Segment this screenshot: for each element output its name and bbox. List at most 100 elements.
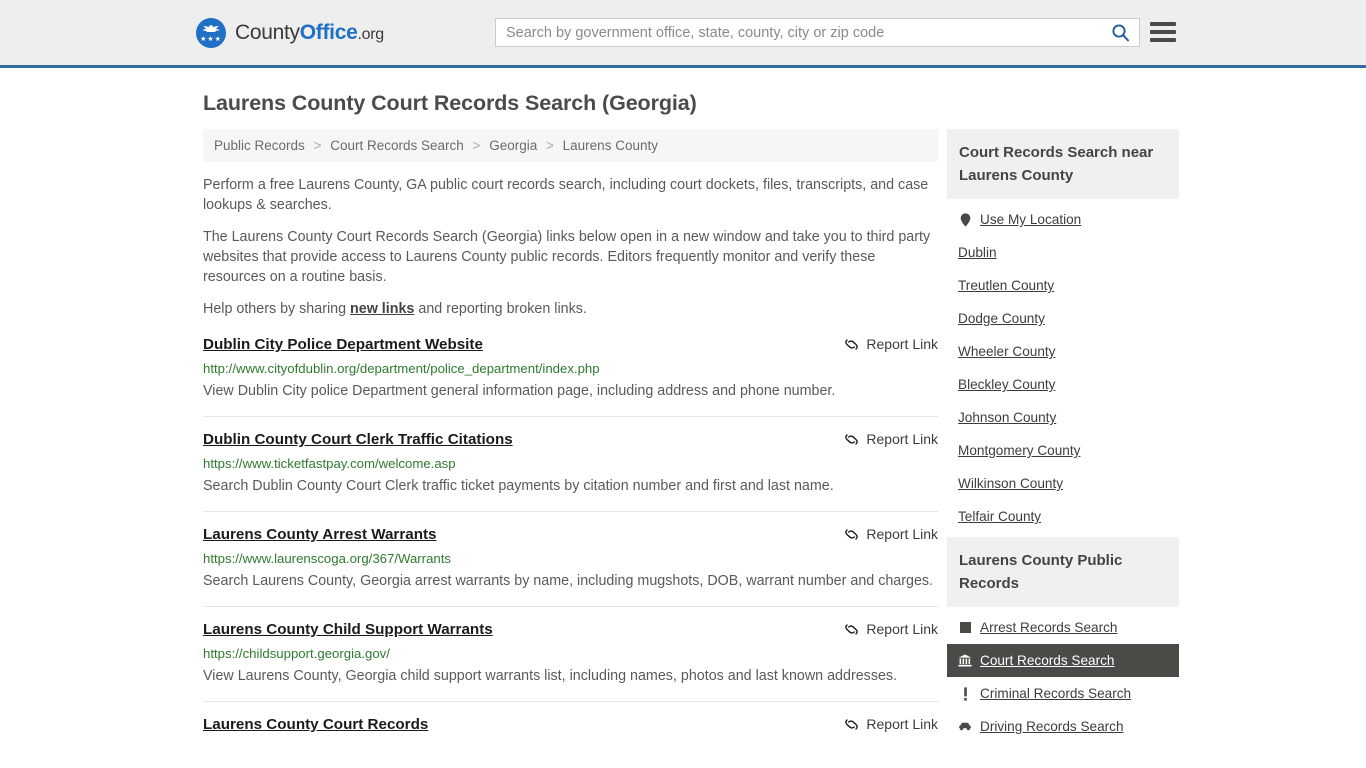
hamburger-menu-icon[interactable] bbox=[1150, 20, 1176, 44]
sidebar-link-treutlen-county[interactable]: Treutlen County bbox=[958, 278, 1054, 293]
result-title-link[interactable]: Laurens County Court Records bbox=[203, 715, 428, 735]
search-input[interactable] bbox=[496, 19, 1101, 46]
sidebar-item-johnson-county[interactable]: Johnson County bbox=[947, 401, 1179, 434]
sidebar-item-dodge-county[interactable]: Dodge County bbox=[947, 302, 1179, 335]
sidebar-link-driving-records-search[interactable]: Driving Records Search bbox=[980, 719, 1124, 734]
result-title-link[interactable]: Laurens County Child Support Warrants bbox=[203, 620, 493, 640]
sidebar-link-telfair-county[interactable]: Telfair County bbox=[958, 509, 1041, 524]
sidebar-link-montgomery-county[interactable]: Montgomery County bbox=[958, 443, 1080, 458]
intro-p3-after: and reporting broken links. bbox=[414, 301, 586, 317]
sidebar-link-bleckley-county[interactable]: Bleckley County bbox=[958, 377, 1055, 392]
sidebar-link-criminal-records-search[interactable]: Criminal Records Search bbox=[980, 686, 1131, 701]
broken-link-icon bbox=[844, 527, 859, 542]
search-bar bbox=[495, 18, 1140, 47]
result-title-link[interactable]: Dublin County Court Clerk Traffic Citati… bbox=[203, 430, 513, 450]
intro-text: Perform a free Laurens County, GA public… bbox=[203, 175, 938, 319]
page-title: Laurens County Court Records Search (Geo… bbox=[203, 91, 1170, 116]
broken-link-icon bbox=[844, 337, 859, 352]
report-link-button[interactable]: Report Link bbox=[844, 621, 938, 637]
result-url[interactable]: http://www.cityofdublin.org/department/p… bbox=[203, 360, 938, 377]
breadcrumb-separator: > bbox=[314, 138, 322, 153]
sidebar-link-johnson-county[interactable]: Johnson County bbox=[958, 410, 1056, 425]
courthouse-icon bbox=[958, 653, 972, 668]
result-title-link[interactable]: Laurens County Arrest Warrants bbox=[203, 525, 437, 545]
intro-paragraph-2: The Laurens County Court Records Search … bbox=[203, 227, 938, 287]
sidebar-item-driving-records-search[interactable]: Driving Records Search bbox=[947, 710, 1179, 743]
sidebar-link-wheeler-county[interactable]: Wheeler County bbox=[958, 344, 1055, 359]
sidebar-link-dodge-county[interactable]: Dodge County bbox=[958, 311, 1045, 326]
sidebar-item-wilkinson-county[interactable]: Wilkinson County bbox=[947, 467, 1179, 500]
intro-paragraph-1: Perform a free Laurens County, GA public… bbox=[203, 175, 938, 215]
sidebar-item-court-records-search[interactable]: Court Records Search bbox=[947, 644, 1179, 677]
result-description: Search Laurens County, Georgia arrest wa… bbox=[203, 569, 938, 594]
sidebar-link-dublin[interactable]: Dublin bbox=[958, 245, 997, 260]
intro-paragraph-3: Help others by sharing new links and rep… bbox=[203, 299, 938, 319]
square-icon bbox=[958, 620, 972, 635]
result-item: Laurens County Arrest Warrants Report Li… bbox=[203, 511, 938, 606]
result-item: Dublin City Police Department Website Re… bbox=[203, 331, 938, 416]
nearby-panel: Court Records Search near Laurens County… bbox=[947, 129, 1179, 533]
result-url[interactable]: https://www.ticketfastpay.com/welcome.as… bbox=[203, 455, 938, 472]
brand-part-county: County bbox=[235, 21, 300, 44]
new-links-link[interactable]: new links bbox=[350, 301, 414, 317]
breadcrumb-separator: > bbox=[546, 138, 554, 153]
sidebar-item-wheeler-county[interactable]: Wheeler County bbox=[947, 335, 1179, 368]
stars-icon: ★★★ bbox=[196, 36, 226, 43]
breadcrumb-separator: > bbox=[473, 138, 481, 153]
report-link-label: Report Link bbox=[866, 621, 938, 637]
result-header: Dublin County Court Clerk Traffic Citati… bbox=[203, 430, 938, 450]
result-item: Laurens County Court Records Report Link bbox=[203, 701, 938, 747]
breadcrumb: Public Records > Court Records Search > … bbox=[203, 129, 938, 162]
broken-link-icon bbox=[844, 717, 859, 732]
broken-link-icon bbox=[844, 432, 859, 447]
result-url[interactable]: https://childsupport.georgia.gov/ bbox=[203, 645, 938, 662]
result-description: View Dublin City police Department gener… bbox=[203, 379, 938, 404]
result-url[interactable]: https://www.laurenscoga.org/367/Warrants bbox=[203, 550, 938, 567]
brand-part-office: Office bbox=[300, 21, 358, 44]
report-link-label: Report Link bbox=[866, 716, 938, 732]
breadcrumb-item-laurens-county[interactable]: Laurens County bbox=[563, 138, 658, 153]
result-description: View Laurens County, Georgia child suppo… bbox=[203, 664, 938, 689]
map-pin-icon bbox=[958, 212, 972, 227]
main-column: Public Records > Court Records Search > … bbox=[203, 129, 938, 747]
content-columns: Public Records > Court Records Search > … bbox=[203, 129, 1170, 747]
result-description: Search Dublin County Court Clerk traffic… bbox=[203, 474, 938, 499]
result-title-link[interactable]: Dublin City Police Department Website bbox=[203, 335, 483, 355]
report-link-label: Report Link bbox=[866, 336, 938, 352]
report-link-label: Report Link bbox=[866, 526, 938, 542]
site-logo[interactable]: ★★★ CountyOffice.org bbox=[196, 18, 384, 48]
eagle-icon bbox=[201, 24, 221, 33]
sidebar-link-wilkinson-county[interactable]: Wilkinson County bbox=[958, 476, 1063, 491]
sidebar: Court Records Search near Laurens County… bbox=[947, 129, 1179, 747]
sidebar-item-telfair-county[interactable]: Telfair County bbox=[947, 500, 1179, 533]
menu-bar-2 bbox=[1150, 30, 1176, 34]
brand-wordmark: CountyOffice.org bbox=[235, 21, 384, 45]
result-item: Dublin County Court Clerk Traffic Citati… bbox=[203, 416, 938, 511]
report-link-button[interactable]: Report Link bbox=[844, 431, 938, 447]
report-link-button[interactable]: Report Link bbox=[844, 716, 938, 732]
sidebar-link-court-records-search[interactable]: Court Records Search bbox=[980, 653, 1114, 668]
search-button[interactable] bbox=[1101, 19, 1139, 46]
sidebar-item-treutlen-county[interactable]: Treutlen County bbox=[947, 269, 1179, 302]
sidebar-link-use-my-location[interactable]: Use My Location bbox=[980, 212, 1081, 227]
sidebar-item-dublin[interactable]: Dublin bbox=[947, 236, 1179, 269]
breadcrumb-item-court-records-search[interactable]: Court Records Search bbox=[330, 138, 464, 153]
sidebar-item-montgomery-county[interactable]: Montgomery County bbox=[947, 434, 1179, 467]
public-records-list: Arrest Records Search bbox=[947, 607, 1179, 743]
sidebar-item-criminal-records-search[interactable]: Criminal Records Search bbox=[947, 677, 1179, 710]
breadcrumb-item-public-records[interactable]: Public Records bbox=[214, 138, 305, 153]
sidebar-link-arrest-records-search[interactable]: Arrest Records Search bbox=[980, 620, 1118, 635]
sidebar-item-arrest-records-search[interactable]: Arrest Records Search bbox=[947, 611, 1179, 644]
sidebar-item-bleckley-county[interactable]: Bleckley County bbox=[947, 368, 1179, 401]
intro-p3-before: Help others by sharing bbox=[203, 301, 350, 317]
car-icon bbox=[958, 719, 972, 734]
search-icon bbox=[1111, 23, 1130, 42]
result-header: Laurens County Court Records Report Link bbox=[203, 715, 938, 735]
result-item: Laurens County Child Support Warrants Re… bbox=[203, 606, 938, 701]
breadcrumb-item-georgia[interactable]: Georgia bbox=[489, 138, 537, 153]
report-link-button[interactable]: Report Link bbox=[844, 526, 938, 542]
report-link-button[interactable]: Report Link bbox=[844, 336, 938, 352]
exclamation-icon bbox=[958, 686, 972, 701]
broken-link-icon bbox=[844, 622, 859, 637]
sidebar-item-use-my-location[interactable]: Use My Location bbox=[947, 203, 1179, 236]
